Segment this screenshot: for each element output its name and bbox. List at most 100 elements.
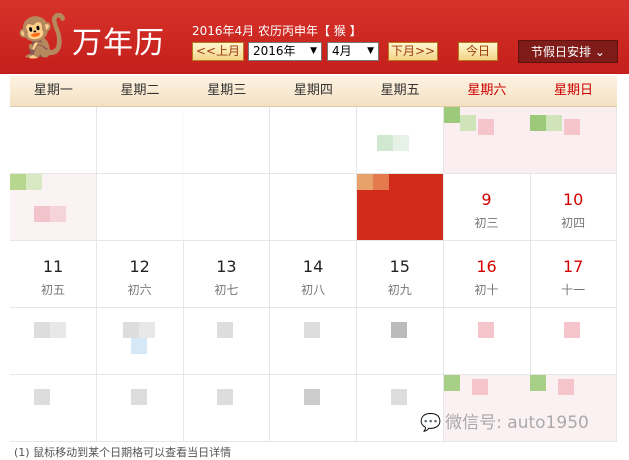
- blur-pixel: [304, 322, 321, 338]
- blur-pixel: [443, 107, 460, 123]
- blur-pixel: [443, 375, 460, 391]
- calendar-day-cell[interactable]: [270, 107, 358, 174]
- calendar-day-cell[interactable]: [530, 107, 618, 174]
- calendar-day-cell[interactable]: [183, 107, 271, 174]
- calendar-day-cell[interactable]: [10, 107, 97, 174]
- calendar-day-cell[interactable]: [270, 308, 358, 375]
- blur-overlay: [96, 174, 183, 240]
- calendar-day-cell[interactable]: [270, 174, 358, 241]
- calendar-day-cell[interactable]: 9 初三: [443, 174, 531, 241]
- calendar-day-cell[interactable]: [10, 308, 97, 375]
- calendar-day-cell[interactable]: 14 初八: [270, 241, 358, 308]
- blur-pixel: [34, 389, 50, 405]
- blur-overlay: [10, 107, 96, 173]
- weekday-label: 星期二: [120, 83, 160, 98]
- calendar-header: 🐒 万年历 2016年4月 农历丙申年【 猴 】 <<上月 2016年 ▼ 4月…: [0, 0, 629, 74]
- lunar-date: 初四: [561, 216, 586, 230]
- blur-pixel: [34, 206, 50, 222]
- blur-pixel: [564, 322, 581, 338]
- weekday-header: 星期一 星期二 星期三 星期四 星期五 星期六 星期日: [10, 76, 617, 107]
- blur-pixel: [477, 119, 494, 135]
- app-title: 万年历: [72, 26, 165, 61]
- blur-overlay: [96, 107, 183, 173]
- next-month-button[interactable]: 下月>>: [388, 42, 438, 61]
- chevron-down-icon: ▼: [367, 46, 374, 56]
- blur-pixel: [50, 322, 66, 338]
- blur-pixel: [530, 375, 547, 391]
- calendar-grid: 9 初三 10 初四 11 初五 12 初六 13 初七 14 初八 15 初九…: [10, 107, 618, 442]
- calendar-day-cell[interactable]: [183, 375, 271, 442]
- blur-overlay: [270, 107, 357, 173]
- blur-pixel: [459, 115, 476, 131]
- weekday-label: 星期一: [33, 83, 73, 98]
- calendar-day-cell[interactable]: [443, 308, 531, 375]
- blur-pixel: [26, 174, 42, 190]
- day-number: 10: [563, 190, 584, 209]
- holiday-schedule-button[interactable]: 节假日安排 ⌄: [518, 40, 618, 63]
- calendar-day-cell[interactable]: [530, 308, 618, 375]
- blur-overlay: [270, 174, 357, 240]
- today-cell[interactable]: [356, 174, 444, 241]
- chevron-down-icon: ⌄: [594, 45, 605, 59]
- calendar-day-cell[interactable]: [183, 174, 271, 241]
- blur-pixel: [122, 322, 139, 338]
- holiday-schedule-label: 节假日安排: [531, 45, 592, 59]
- blur-pixel: [558, 379, 575, 395]
- chevron-down-icon: ▼: [310, 46, 317, 56]
- calendar-day-cell[interactable]: [356, 107, 444, 174]
- prev-month-button[interactable]: <<上月: [192, 42, 244, 61]
- calendar-day-cell[interactable]: [96, 308, 184, 375]
- blur-pixel: [530, 115, 547, 131]
- calendar-day-cell[interactable]: [270, 375, 358, 442]
- calendar-day-cell[interactable]: 17 十一: [530, 241, 618, 308]
- calendar-day-cell[interactable]: 16 初十: [443, 241, 531, 308]
- today-button[interactable]: 今日: [458, 42, 498, 61]
- day-number: 15: [389, 257, 410, 276]
- blur-pixel: [130, 389, 147, 405]
- calendar-day-cell[interactable]: [96, 107, 184, 174]
- wechat-watermark: 💬 微信号: auto1950: [420, 408, 589, 433]
- calendar-day-cell[interactable]: [96, 174, 184, 241]
- calendar-day-cell[interactable]: [10, 375, 97, 442]
- day-number: 17: [563, 257, 584, 276]
- calendar-day-cell[interactable]: 13 初七: [183, 241, 271, 308]
- calendar-day-cell[interactable]: 12 初六: [96, 241, 184, 308]
- weekday-label: 星期五: [380, 83, 420, 98]
- lunar-date: 初九: [387, 283, 412, 297]
- blur-pixel: [356, 174, 373, 190]
- day-number: 12: [129, 257, 150, 276]
- blur-pixel: [376, 135, 393, 151]
- lunar-date: 初十: [474, 283, 499, 297]
- blur-overlay: [183, 174, 270, 240]
- monkey-logo-icon: 🐒: [16, 11, 69, 60]
- weekday-label: 星期四: [293, 83, 333, 98]
- month-select[interactable]: 4月 ▼: [327, 42, 379, 61]
- date-info: 2016年4月 农历丙申年【 猴 】: [192, 24, 362, 38]
- calendar-day-cell[interactable]: [443, 107, 531, 174]
- year-select[interactable]: 2016年 ▼: [248, 42, 322, 61]
- blur-pixel: [50, 206, 66, 222]
- blur-pixel: [10, 174, 26, 190]
- watermark-text: 微信号: auto1950: [445, 413, 589, 433]
- calendar-day-cell[interactable]: [10, 174, 97, 241]
- blur-pixel: [546, 115, 563, 131]
- calendar-day-cell[interactable]: 11 初五: [10, 241, 97, 308]
- wechat-icon: 💬: [420, 413, 442, 433]
- weekday-label: 星期六: [467, 83, 507, 98]
- blur-overlay: [183, 107, 270, 173]
- calendar-day-cell[interactable]: 15 初九: [356, 241, 444, 308]
- weekday-label: 星期日: [554, 83, 594, 98]
- calendar-day-cell[interactable]: 10 初四: [530, 174, 618, 241]
- blur-pixel: [34, 322, 50, 338]
- calendar-day-cell[interactable]: [96, 375, 184, 442]
- blur-pixel: [471, 379, 488, 395]
- blur-pixel: [392, 135, 409, 151]
- calendar-day-cell[interactable]: [356, 308, 444, 375]
- lunar-date: 初七: [214, 283, 239, 297]
- calendar-day-cell[interactable]: [183, 308, 271, 375]
- lunar-date: 初六: [127, 283, 152, 297]
- blur-pixel: [138, 322, 155, 338]
- lunar-date: 十一: [561, 283, 586, 297]
- weekday-label: 星期三: [207, 83, 247, 98]
- blur-pixel: [130, 338, 147, 354]
